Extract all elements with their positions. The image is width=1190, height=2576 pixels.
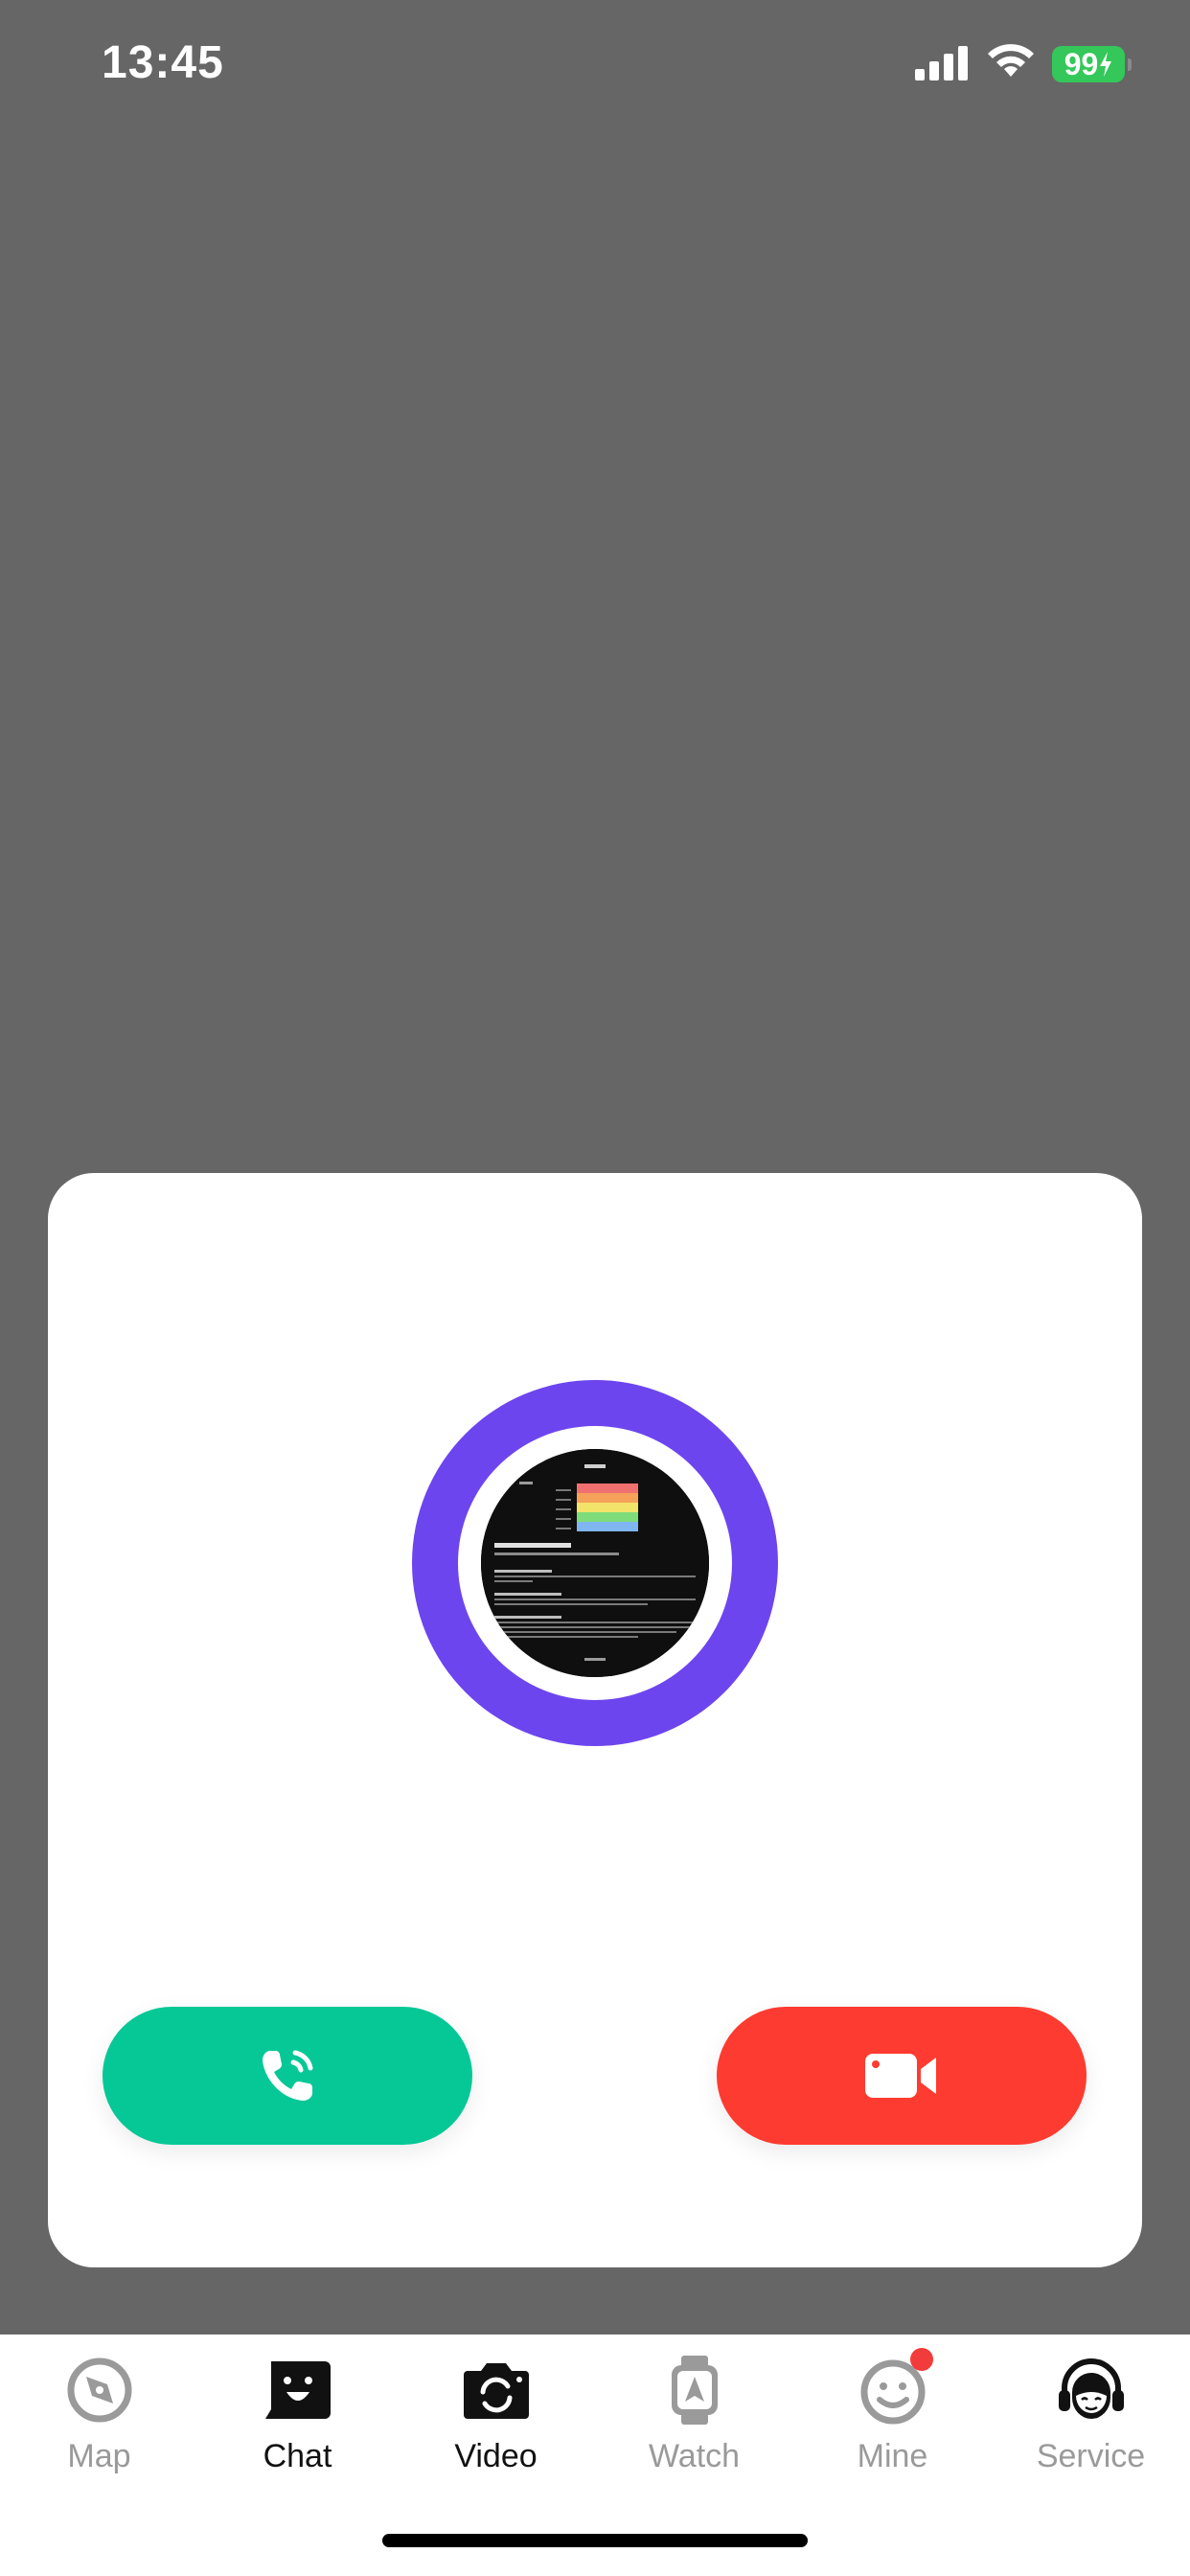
tab-label: Mine — [857, 2438, 928, 2474]
notification-badge — [909, 2348, 933, 2371]
battery-cap — [1128, 58, 1132, 71]
video-camera-icon — [865, 2054, 936, 2098]
battery-indicator: 99 — [1052, 46, 1125, 82]
tab-label: Video — [454, 2438, 538, 2474]
tab-mine[interactable]: Mine — [793, 2334, 992, 2497]
status-time: 13:45 — [102, 37, 224, 88]
camera-icon — [463, 2363, 529, 2419]
tab-watch[interactable]: Watch — [595, 2334, 793, 2497]
video-call-button[interactable] — [717, 2007, 1087, 2145]
avatar-border — [458, 1426, 732, 1700]
tab-label: Watch — [648, 2438, 741, 2474]
tab-label: Map — [67, 2438, 131, 2474]
tab-video[interactable]: Video — [397, 2334, 595, 2497]
battery-level: 99 — [1064, 46, 1099, 81]
voice-call-button[interactable] — [103, 2007, 472, 2145]
tab-map[interactable]: Map — [0, 2334, 198, 2497]
tab-label: Service — [1036, 2438, 1146, 2474]
compass-icon — [67, 2358, 131, 2423]
phone-icon — [263, 2050, 313, 2101]
signal-icon — [915, 46, 968, 80]
avatar-image — [481, 1449, 709, 1677]
tab-label: Chat — [263, 2438, 332, 2474]
avatar-ring — [412, 1380, 778, 1746]
tab-chat[interactable]: Chat — [198, 2334, 397, 2497]
status-bar: 13:45 99 — [0, 0, 1190, 134]
watch-icon — [671, 2356, 718, 2425]
wifi-icon — [988, 44, 1034, 77]
headset-icon — [1058, 2358, 1124, 2419]
chat-face-icon — [264, 2361, 331, 2419]
incoming-call-card — [48, 1173, 1142, 2267]
home-indicator — [382, 2534, 808, 2547]
avatar — [481, 1449, 709, 1677]
charging-bolt-icon — [1100, 52, 1112, 77]
tab-service[interactable]: Service — [992, 2334, 1190, 2497]
